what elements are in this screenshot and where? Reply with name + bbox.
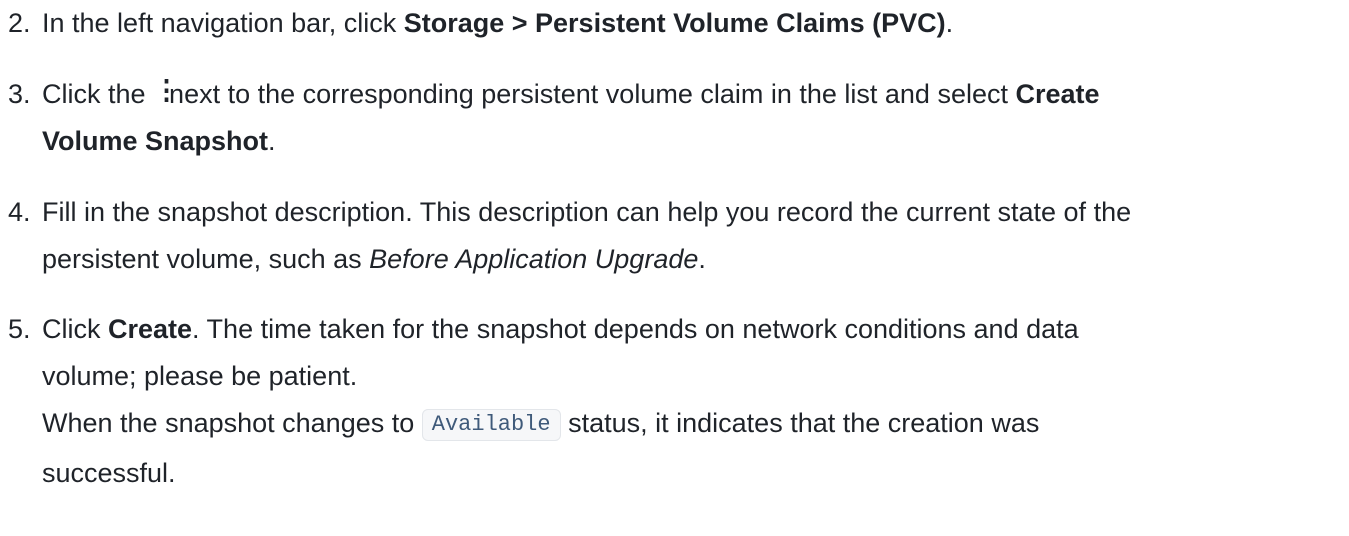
- step-text: successful.: [42, 458, 176, 488]
- step-5-line-1: 5. Click Create. The time taken for the s…: [8, 306, 1338, 353]
- menu-action-label: Volume Snapshot: [42, 126, 269, 156]
- step-5-line-2: volume; please be patient.: [8, 353, 1338, 400]
- step-text: Click: [42, 314, 108, 344]
- step-text: .: [268, 126, 276, 156]
- step-2: 2. In the left navigation bar, click Stor…: [8, 0, 1338, 47]
- step-text: status, it indicates that the creation w…: [560, 408, 1040, 438]
- example-description: Before Application Upgrade: [369, 244, 699, 274]
- more-vertical-icon: ⋮: [153, 75, 181, 105]
- step-text: .: [698, 244, 706, 274]
- step-5: 5. Click Create. The time taken for the s…: [8, 306, 1338, 497]
- step-text: persistent volume, such as: [42, 244, 370, 274]
- step-text: .: [945, 8, 954, 38]
- step-3: 3. Click the ⋮next to the corresponding p…: [8, 71, 1338, 165]
- step-3-line-1: 3. Click the ⋮next to the corresponding p…: [8, 71, 1338, 118]
- step-4-line-1: 4. Fill in the snapshot description. This…: [8, 189, 1338, 236]
- button-name: Create: [108, 314, 193, 344]
- step-text: . The time taken for the snapshot depend…: [192, 314, 1079, 344]
- step-number: 5.: [8, 314, 31, 344]
- step-4: 4. Fill in the snapshot description. This…: [8, 189, 1338, 283]
- status-code-badge: Available: [421, 409, 561, 441]
- step-text: volume; please be patient.: [42, 361, 358, 391]
- step-3-line-2: Volume Snapshot.: [8, 118, 1338, 165]
- step-5-line-4: successful.: [8, 450, 1338, 497]
- step-text: When the snapshot changes to: [42, 408, 422, 438]
- nav-path: Storage > Persistent Volume Claims (PVC): [403, 8, 946, 38]
- step-text: next to the corresponding persistent vol…: [169, 79, 1016, 109]
- step-5-line-3: When the snapshot changes to Available s…: [8, 400, 1338, 450]
- step-4-line-2: persistent volume, such as Before Applic…: [8, 236, 1338, 283]
- step-text: In the left navigation bar, click: [42, 8, 404, 38]
- step-text: Fill in the snapshot description. This d…: [42, 197, 1132, 227]
- step-number: 4.: [8, 197, 31, 227]
- step-number: 2.: [8, 8, 31, 38]
- menu-action-label: Create: [1015, 79, 1100, 109]
- step-number: 3.: [8, 79, 31, 109]
- step-2-line-1: 2. In the left navigation bar, click Stor…: [8, 0, 1338, 47]
- step-text: Click the: [42, 79, 154, 109]
